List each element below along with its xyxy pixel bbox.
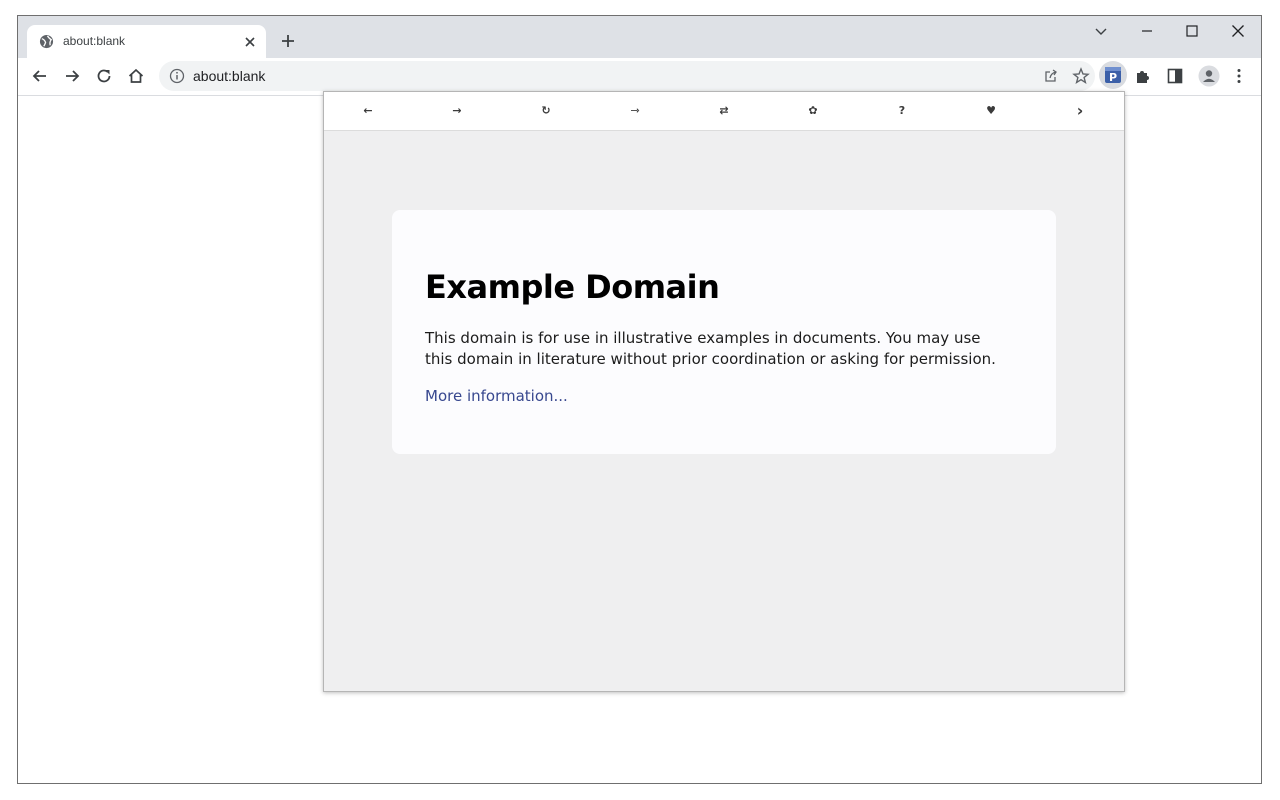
- swap-icon[interactable]: ⇄: [717, 103, 731, 117]
- extension-p-icon: P: [1105, 67, 1121, 84]
- reload-icon[interactable]: [95, 67, 113, 85]
- reload-icon[interactable]: ↻: [539, 103, 553, 117]
- close-tab-icon[interactable]: [242, 34, 258, 50]
- maximize-icon[interactable]: [1184, 23, 1200, 39]
- profile-avatar-icon[interactable]: [1198, 65, 1220, 87]
- arrow-right-icon[interactable]: →: [450, 103, 464, 117]
- popup-nav-bar: ← → ↻ ⇾ ⇄ ✿ ? ♥ ›: [324, 92, 1124, 131]
- forward-icon[interactable]: [63, 67, 81, 85]
- side-panel-icon[interactable]: [1166, 67, 1184, 85]
- extension-button-active[interactable]: P: [1099, 61, 1127, 89]
- page-card: Example Domain This domain is for use in…: [392, 210, 1056, 454]
- chevron-right-icon[interactable]: ›: [1073, 101, 1087, 120]
- help-icon[interactable]: ?: [895, 103, 909, 117]
- tab-search-icon[interactable]: [1093, 23, 1109, 39]
- new-tab-icon[interactable]: [279, 32, 297, 50]
- home-icon[interactable]: [127, 67, 145, 85]
- browser-tab[interactable]: about:blank: [27, 25, 266, 58]
- page-paragraph: This domain is for use in illustrative e…: [425, 329, 996, 368]
- arrow-left-icon[interactable]: ←: [361, 103, 375, 117]
- bookmark-star-icon[interactable]: [1072, 67, 1090, 85]
- minimize-icon[interactable]: [1139, 23, 1155, 39]
- globe-icon: [39, 34, 54, 49]
- tab-title: about:blank: [63, 34, 126, 48]
- menu-kebab-icon[interactable]: [1230, 67, 1248, 85]
- extensions-puzzle-icon[interactable]: [1134, 67, 1152, 85]
- share-icon[interactable]: [1043, 68, 1059, 84]
- site-info-icon[interactable]: [169, 68, 185, 84]
- address-bar[interactable]: about:blank: [159, 61, 1095, 91]
- gear-icon[interactable]: ✿: [806, 103, 820, 117]
- back-icon[interactable]: [31, 67, 49, 85]
- heart-icon[interactable]: ♥: [984, 103, 998, 117]
- enter-icon[interactable]: ⇾: [628, 103, 642, 117]
- svg-text:P: P: [1109, 71, 1117, 84]
- extension-popup: ← → ↻ ⇾ ⇄ ✿ ? ♥ › Example Domain This do…: [323, 91, 1125, 692]
- tab-strip: about:blank: [18, 16, 1261, 58]
- page-heading: Example Domain: [425, 268, 720, 306]
- more-information-link[interactable]: More information...: [425, 387, 568, 405]
- url-text[interactable]: about:blank: [193, 69, 265, 84]
- close-window-icon[interactable]: [1230, 23, 1246, 39]
